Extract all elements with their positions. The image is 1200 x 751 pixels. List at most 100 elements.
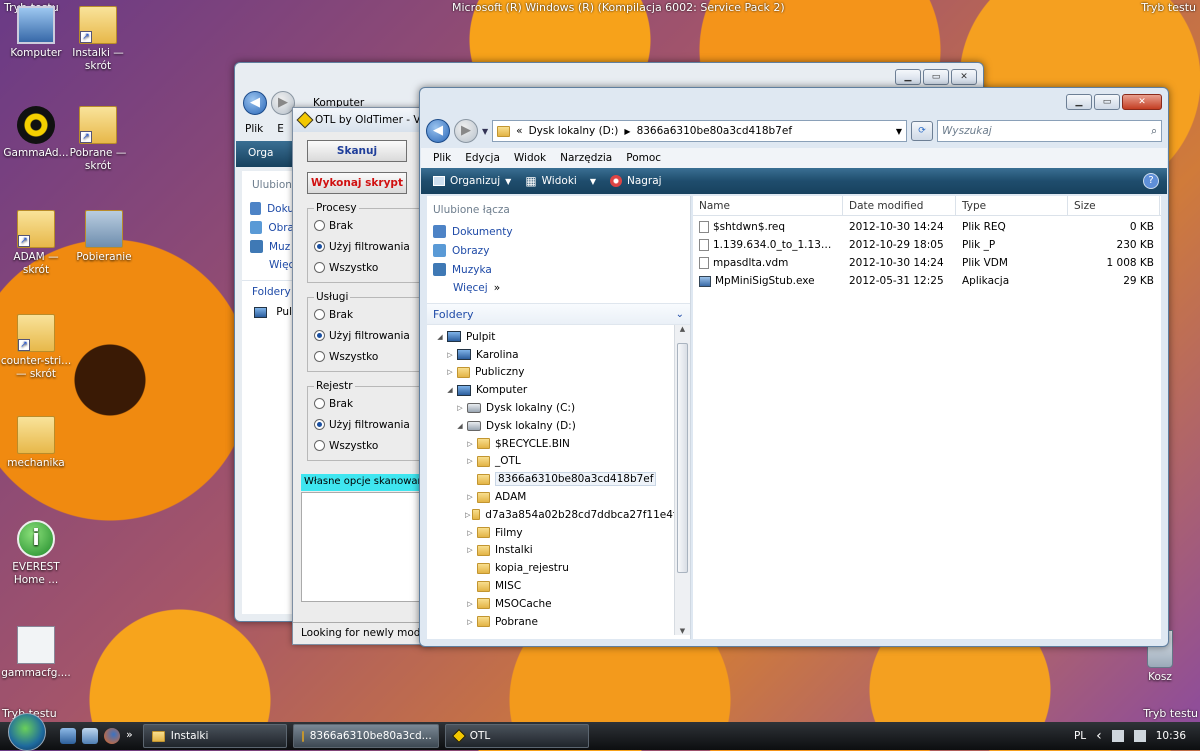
close-button[interactable]: ✕: [951, 69, 977, 85]
column-header-type[interactable]: Type: [956, 196, 1068, 215]
expand-arrow-icon[interactable]: ▷: [465, 440, 475, 448]
refresh-icon[interactable]: ⟳: [911, 121, 933, 141]
firefox-icon[interactable]: [104, 728, 120, 744]
tree-item[interactable]: ▷ d7a3a854a02b28cd7ddbca27f11e4f78: [427, 506, 690, 524]
expand-arrow-icon[interactable]: ▷: [465, 511, 470, 519]
burn-button[interactable]: Nagraj: [609, 175, 662, 187]
folders-header[interactable]: Foldery ⌄: [427, 303, 690, 325]
services-option-all[interactable]: Wszystko: [314, 346, 431, 367]
tree-item[interactable]: ▷ MSOCache: [427, 595, 690, 613]
clock[interactable]: 10:36: [1156, 730, 1186, 742]
forward-arrow-icon[interactable]: ▶: [454, 119, 478, 143]
tray-expand-icon[interactable]: ‹: [1096, 728, 1102, 744]
desktop-icon-instalki-shortcut[interactable]: ↗ Instalki — skrót: [62, 6, 134, 73]
desktop-icon-mechanika[interactable]: mechanika: [0, 416, 72, 470]
desktop-icon-pobrane-shortcut[interactable]: ↗ Pobrane — skrót: [62, 106, 134, 173]
switch-windows-icon[interactable]: [82, 728, 98, 744]
file-row[interactable]: 1.139.634.0_to_1.139.93... 2012-10-29 18:…: [693, 236, 1161, 254]
minimize-button[interactable]: ▁: [1066, 94, 1092, 110]
taskbar-button-explorer[interactable]: 8366a6310be80a3cd...: [292, 724, 439, 748]
show-desktop-icon[interactable]: [60, 728, 76, 744]
expand-arrow-icon[interactable]: ▷: [445, 351, 455, 359]
registry-option-none[interactable]: Brak: [314, 393, 431, 414]
column-header-date[interactable]: Date modified: [843, 196, 956, 215]
scan-button[interactable]: Skanuj: [307, 140, 407, 162]
language-indicator[interactable]: PL: [1074, 730, 1086, 742]
tree-scrollbar[interactable]: ▲ ▼: [674, 325, 690, 635]
menu-file[interactable]: Plik: [433, 152, 451, 164]
menu-tools[interactable]: Narzędzia: [560, 152, 612, 164]
registry-option-all[interactable]: Wszystko: [314, 435, 431, 456]
run-script-button[interactable]: Wykonaj skrypt: [307, 172, 407, 194]
tree-item[interactable]: ▷ Instalki: [427, 542, 690, 560]
fav-item-documents[interactable]: Dokumenty: [427, 222, 690, 241]
processes-option-none[interactable]: Brak: [314, 215, 431, 236]
collapse-arrow-icon[interactable]: ◢: [445, 386, 455, 394]
column-header-name[interactable]: Name: [693, 196, 843, 215]
tree-item[interactable]: ▷ _OTL: [427, 453, 690, 471]
tree-item[interactable]: MISC: [427, 577, 690, 595]
collapse-arrow-icon[interactable]: ◢: [455, 422, 465, 430]
address-chevrons[interactable]: «: [516, 125, 522, 137]
desktop-icon-counter-strike-shortcut[interactable]: ↗ counter-stri... — skrót: [0, 314, 72, 381]
organize-button[interactable]: Organizuj ▼: [433, 175, 511, 187]
close-button[interactable]: ✕: [1122, 94, 1162, 110]
desktop-icon-everest[interactable]: i EVEREST Home ...: [0, 520, 72, 587]
file-row[interactable]: mpasdlta.vdm 2012-10-30 14:24 Plik VDM 1 00…: [693, 254, 1161, 272]
registry-option-filter[interactable]: Użyj filtrowania: [314, 414, 431, 435]
expand-arrow-icon[interactable]: ▷: [465, 600, 475, 608]
menu-view[interactable]: Widok: [514, 152, 546, 164]
expand-arrow-icon[interactable]: ▷: [445, 368, 455, 376]
tree-item[interactable]: kopia_rejestru: [427, 559, 690, 577]
expand-arrow-icon[interactable]: ▷: [465, 493, 475, 501]
tree-item[interactable]: ▷ Dysk lokalny (C:): [427, 399, 690, 417]
back-arrow-icon[interactable]: ◀: [426, 119, 450, 143]
menu-help[interactable]: Pomoc: [626, 152, 661, 164]
tree-item[interactable]: ◢ Komputer: [427, 381, 690, 399]
search-icon[interactable]: ⌕: [1151, 125, 1157, 138]
file-row[interactable]: MpMiniSigStub.exe 2012-05-31 12:25 Aplikac…: [693, 272, 1161, 290]
tree-item[interactable]: ▷ Filmy: [427, 524, 690, 542]
quicklaunch-more[interactable]: »: [126, 728, 133, 744]
fav-item-pictures[interactable]: Obrazy: [427, 241, 690, 260]
tree-item[interactable]: ▷ Karolina: [427, 346, 690, 364]
address-part-folder[interactable]: 8366a6310be80a3cd418b7ef: [637, 125, 792, 137]
expand-arrow-icon[interactable]: ▷: [465, 457, 475, 465]
processes-option-all[interactable]: Wszystko: [314, 257, 431, 278]
menu-file[interactable]: Plik: [245, 123, 263, 135]
collapse-arrow-icon[interactable]: ◢: [435, 333, 445, 341]
back-arrow-icon[interactable]: ◀: [243, 91, 267, 115]
maximize-button[interactable]: ▭: [1094, 94, 1120, 110]
desktop-icon-gammacfg[interactable]: gammacfg....: [0, 626, 72, 680]
minimize-button[interactable]: ▁: [895, 69, 921, 85]
start-button[interactable]: [8, 713, 46, 751]
taskbar-button-instalki[interactable]: Instalki: [142, 724, 287, 748]
help-icon[interactable]: ?: [1143, 173, 1159, 189]
breadcrumb-separator-icon[interactable]: ▶: [624, 127, 630, 136]
scroll-thumb[interactable]: [677, 343, 688, 573]
desktop-icon-adam-shortcut[interactable]: ↗ ADAM — skrót: [0, 210, 72, 277]
otl-window[interactable]: OTL by OldTimer - V Skanuj Wykonaj skryp…: [292, 107, 432, 645]
expand-arrow-icon[interactable]: ▷: [465, 618, 475, 626]
recent-pages-dropdown-icon[interactable]: ▼: [482, 127, 488, 136]
tree-item[interactable]: ◢ Dysk lokalny (D:): [427, 417, 690, 435]
desktop-icon-pobieranie[interactable]: Pobieranie: [68, 210, 140, 264]
expand-arrow-icon[interactable]: ▷: [465, 546, 475, 554]
organize-button[interactable]: Orga: [248, 147, 274, 159]
explorer-window[interactable]: ▁ ▭ ✕ ◀ ▶ ▼ « Dysk lokalny (D:) ▶ 8366a6…: [419, 87, 1169, 647]
expand-arrow-icon[interactable]: ▷: [465, 529, 475, 537]
search-input[interactable]: Wyszukaj ⌕: [937, 120, 1162, 142]
custom-options-textarea[interactable]: [301, 492, 431, 602]
address-bar[interactable]: « Dysk lokalny (D:) ▶ 8366a6310be80a3cd4…: [492, 120, 907, 142]
menu-edit[interactable]: E: [277, 123, 284, 135]
network-icon[interactable]: [1111, 730, 1124, 742]
scroll-down-icon[interactable]: ▼: [675, 627, 690, 635]
tree-item[interactable]: ▷ ADAM: [427, 488, 690, 506]
processes-option-filter[interactable]: Użyj filtrowania: [314, 236, 431, 257]
fav-item-music[interactable]: Muzyka: [427, 260, 690, 279]
column-header-size[interactable]: Size: [1068, 196, 1160, 215]
expand-arrow-icon[interactable]: ▷: [455, 404, 465, 412]
fav-item-more[interactable]: Więcej »: [427, 279, 690, 297]
services-option-filter[interactable]: Użyj filtrowania: [314, 325, 431, 346]
tree-item[interactable]: ▷ $RECYCLE.BIN: [427, 435, 690, 453]
